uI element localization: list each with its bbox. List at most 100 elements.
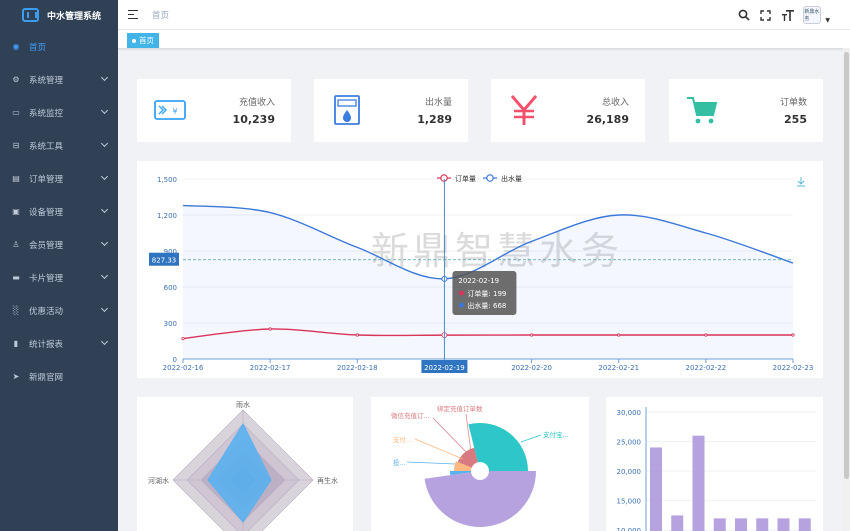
y-tick-label: 15,000 <box>617 498 642 506</box>
active-dot-icon <box>132 38 136 43</box>
pie-slice <box>468 423 528 471</box>
sidebar-item-home[interactable]: ◉ 首页 <box>0 30 118 63</box>
y-tick-label: 25,000 <box>617 439 642 447</box>
legend-label: 订单量 <box>455 174 476 183</box>
line-chart-panel: 0 300 600 900 1,200 1,500 2022-02-16 2022-02-17… <box>137 161 823 378</box>
tag-home[interactable]: 首页 <box>127 33 159 48</box>
svg-text:¥: ¥ <box>172 107 177 116</box>
bar <box>756 518 769 531</box>
chevron-down-icon <box>100 139 109 148</box>
radar-chart-panel: 雨水 再生水 河湖水 <box>137 397 353 531</box>
stat-card-water[interactable]: 出水量 1,289 <box>314 79 468 142</box>
app-title: 中水管理系统 <box>47 11 102 22</box>
tooltip-marker <box>458 290 464 296</box>
sidebar-item-members[interactable]: ♙ 会员管理 <box>0 228 118 261</box>
bar-chart-panel: 10,000 15,000 20,000 25,000 30,000 <box>606 397 823 531</box>
line-chart[interactable]: 03006009001,2001,5002022-02-16 2022-02-17… <box>137 161 823 378</box>
sidebar-item-label: 首页 <box>29 42 47 53</box>
chevron-down-icon <box>100 205 109 214</box>
stat-card-recharge[interactable]: ¥ 充值收入 10,239 <box>137 79 291 142</box>
chevron-down-icon <box>100 172 109 181</box>
caret-down-icon[interactable]: ▼ <box>825 17 830 24</box>
font-size-icon[interactable] <box>781 8 794 22</box>
y-tick-label: 10,000 <box>617 527 642 531</box>
sidebar-item-label: 系统工具 <box>29 141 64 152</box>
bar <box>692 435 705 531</box>
sidebar-item-reports[interactable]: ▮ 统计报表 <box>0 327 118 360</box>
yuan-icon <box>510 95 538 125</box>
sidebar-item-tools[interactable]: ⊟ 系统工具 <box>0 129 118 162</box>
y-tick-label: 1,500 <box>157 176 177 184</box>
download-icon[interactable] <box>797 177 805 187</box>
bar <box>798 518 811 531</box>
sidebar-item-label: 卡片管理 <box>29 273 64 284</box>
members-icon: ♙ <box>12 240 20 249</box>
gear-icon: ⚙ <box>12 75 20 84</box>
sidebar: 中水管理系统 ◉ 首页 ⚙ 系统管理 ▭ 系统监控 ⊟ 系统工具 ▤ 订单管理 ▣ 设备管理… <box>0 0 118 531</box>
pie-slice <box>424 471 536 528</box>
tags-view: 首页 <box>118 30 850 49</box>
crosshair-value: 827.33 <box>152 257 177 265</box>
breadcrumb[interactable]: 首页 <box>152 9 169 21</box>
pie-label-line <box>432 417 470 456</box>
stat-card-income[interactable]: 总收入 26,189 <box>491 79 645 142</box>
legend-marker <box>486 174 494 182</box>
toolbox-icon: ⊟ <box>12 141 20 150</box>
stat-label: 总收入 <box>601 98 629 108</box>
bar <box>671 515 684 531</box>
y-tick-label: 30,000 <box>617 409 642 417</box>
x-tick-label: 2022-02-21 <box>598 364 639 372</box>
sidebar-item-label: 设备管理 <box>29 207 64 218</box>
sidebar-item-cards[interactable]: ▬ 卡片管理 <box>0 261 118 294</box>
stat-card-orders[interactable]: 订单数 255 <box>669 79 823 142</box>
hamburger-icon[interactable] <box>128 10 138 19</box>
tooltip-row: 出水量: 668 <box>467 301 506 310</box>
stat-label: 订单数 <box>779 98 807 108</box>
x-tick-label: 2022-02-18 <box>337 364 378 372</box>
stat-value: 10,239 <box>232 113 275 126</box>
radar-indicator-label: 再生水 <box>317 476 338 485</box>
sidebar-item-system[interactable]: ⚙ 系统管理 <box>0 63 118 96</box>
sidebar-item-promotions[interactable]: ░ 优惠活动 <box>0 294 118 327</box>
sidebar-item-devices[interactable]: ▣ 设备管理 <box>0 195 118 228</box>
bar <box>650 447 662 531</box>
scrollbar-thumb[interactable] <box>844 52 849 479</box>
chevron-down-icon <box>100 337 109 346</box>
device-icon: ▣ <box>12 207 20 216</box>
chevron-down-icon <box>100 106 109 115</box>
pie-label-line <box>414 438 464 460</box>
pie-label: 支付... <box>393 435 412 444</box>
radar-chart[interactable]: 雨水再生水 河湖水 <box>137 397 353 531</box>
fullscreen-icon[interactable] <box>759 8 772 22</box>
sidebar-item-orders[interactable]: ▤ 订单管理 <box>0 162 118 195</box>
stat-label: 出水量 <box>424 98 452 108</box>
tooltip-marker <box>458 302 464 308</box>
tooltip-title: 2022-02-19 <box>458 277 499 285</box>
legend-label: 出水量 <box>501 174 522 183</box>
sidebar-item-label: 系统管理 <box>29 75 64 86</box>
search-icon[interactable] <box>737 8 750 22</box>
top-navbar: 首页 新鼎水务 ▼ <box>118 0 850 30</box>
pie-chart-panel: 绑定充值订单数 微信充值订... 支付... 投... 支付宝... <box>371 397 589 531</box>
data-point-orders <box>704 333 708 337</box>
y-tick-label: 300 <box>164 320 177 328</box>
sidebar-menu: ◉ 首页 ⚙ 系统管理 ▭ 系统监控 ⊟ 系统工具 ▤ 订单管理 ▣ 设备管理 ♙ 会员管理 … <box>0 30 118 393</box>
dashboard-icon: ◉ <box>12 42 20 51</box>
radar-indicator-label: 河湖水 <box>148 476 169 485</box>
send-icon: ➤ <box>12 372 20 381</box>
app-logo[interactable]: 中水管理系统 <box>0 0 118 30</box>
order-icon: ▤ <box>12 174 20 183</box>
sidebar-item-monitor[interactable]: ▭ 系统监控 <box>0 96 118 129</box>
sidebar-item-label: 新鼎官网 <box>29 372 64 383</box>
tooltip-row: 订单量: 199 <box>467 289 506 298</box>
logo-icon <box>22 8 39 22</box>
pie-chart[interactable]: 绑定充值订单数微信充值订... 支付... 投... 支付宝... <box>371 397 589 531</box>
bar <box>777 518 790 531</box>
bar-chart[interactable]: 10,000 15,000 20,000 25,000 30,000 <box>606 397 823 531</box>
avatar[interactable]: 新鼎水务 <box>803 6 822 24</box>
water-dispenser-icon <box>334 95 360 125</box>
bar <box>735 518 747 531</box>
tag-label: 首页 <box>139 36 154 45</box>
sidebar-item-website[interactable]: ➤ 新鼎官网 <box>0 360 118 393</box>
cart-icon <box>687 97 718 124</box>
